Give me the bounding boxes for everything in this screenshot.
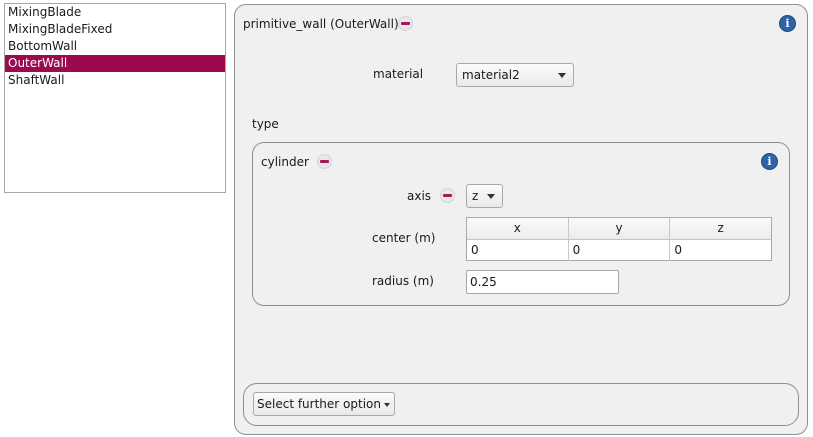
axis-label: axis (407, 189, 432, 203)
list-item[interactable]: ShaftWall (5, 72, 225, 89)
info-icon[interactable]: i (761, 153, 778, 170)
list-item[interactable]: MixingBladeFixed (5, 21, 225, 38)
column-header-z: z (717, 221, 724, 235)
wall-list[interactable]: MixingBlade MixingBladeFixed BottomWall … (4, 3, 226, 193)
select-further-option-button[interactable]: Select further option (253, 392, 395, 416)
type-label: type (252, 117, 279, 131)
chevron-down-icon (558, 73, 566, 78)
select-further-option-label: Select further option (257, 397, 381, 411)
cylinder-title: cylinder (261, 155, 309, 169)
panel-title: primitive_wall (OuterWall) (243, 17, 399, 31)
table-row: 0 0 0 (467, 240, 771, 261)
radius-field[interactable]: 0.25 (466, 270, 619, 294)
table-header: x y z (467, 218, 771, 240)
remove-icon[interactable] (440, 188, 455, 203)
radius-label: radius (m) (372, 274, 434, 288)
chevron-down-icon (487, 194, 495, 199)
list-item-selected[interactable]: OuterWall (5, 55, 225, 72)
info-icon[interactable]: i (779, 15, 796, 32)
further-options-panel: Select further option (243, 383, 799, 426)
material-select[interactable]: material2 (456, 63, 574, 87)
center-y-cell[interactable]: 0 (569, 240, 671, 261)
list-item[interactable]: MixingBlade (5, 4, 225, 21)
center-x-cell[interactable]: 0 (467, 240, 569, 261)
chevron-down-icon (383, 403, 390, 407)
material-select-value: material2 (462, 68, 520, 82)
center-label: center (m) (372, 231, 436, 245)
axis-select-value: z (472, 189, 479, 203)
cylinder-panel: cylinder i axis z center (m) x y z 0 0 0… (252, 142, 790, 306)
column-header-y: y (569, 218, 671, 239)
center-z-cell[interactable]: 0 (670, 240, 771, 261)
primitive-wall-panel: primitive_wall (OuterWall) i material ma… (234, 4, 808, 435)
material-label: material (373, 67, 424, 81)
column-header-x: x (467, 218, 569, 239)
center-table[interactable]: x y z 0 0 0 (466, 217, 772, 261)
remove-icon[interactable] (317, 154, 332, 169)
axis-select[interactable]: z (466, 184, 503, 208)
remove-icon[interactable] (398, 16, 413, 31)
list-item[interactable]: BottomWall (5, 38, 225, 55)
